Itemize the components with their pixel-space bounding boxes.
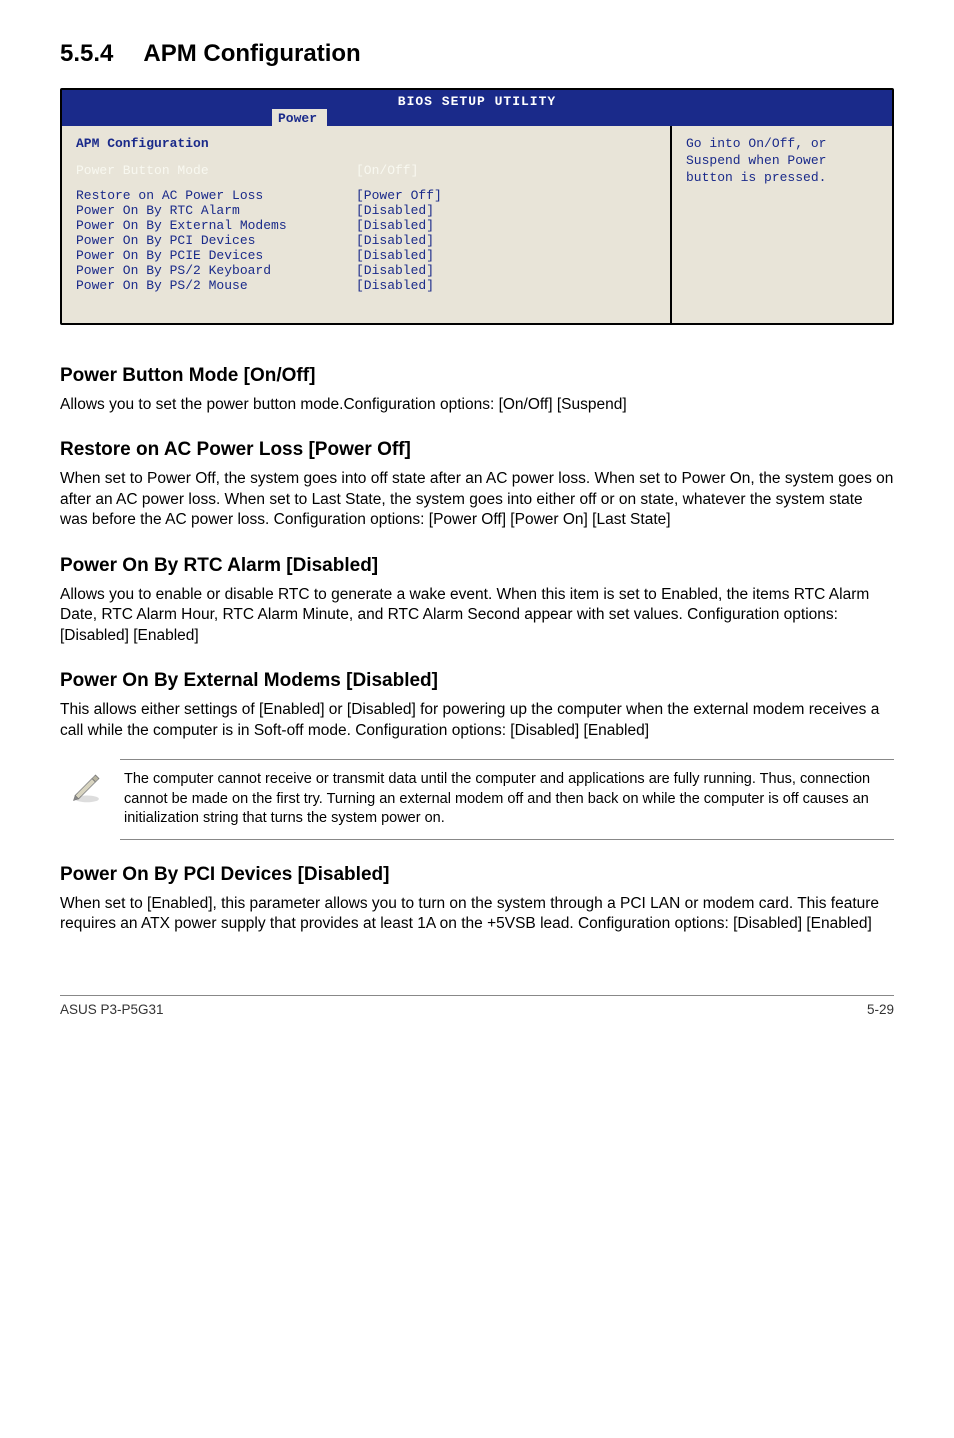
- subsection-body: When set to Power Off, the system goes i…: [60, 469, 894, 530]
- bios-panel: BIOS SETUP UTILITY Power APM Configurati…: [60, 88, 894, 325]
- bios-row-value: [Disabled]: [356, 263, 434, 278]
- bios-row-value: [Power Off]: [356, 188, 442, 203]
- bios-help-pane: Go into On/Off, or Suspend when Power bu…: [672, 126, 892, 323]
- bios-header-title: BIOS SETUP UTILITY: [62, 92, 892, 109]
- subsection-heading: Power On By External Modems [Disabled]: [60, 670, 894, 692]
- bios-row-label: Power On By PCI Devices: [76, 233, 356, 248]
- subsection-heading: Power Button Mode [On/Off]: [60, 365, 894, 387]
- bios-left-pane: APM Configuration Power Button Mode[On/O…: [62, 126, 672, 323]
- bios-row-label: Power On By PCIE Devices: [76, 248, 356, 263]
- section-title-text: APM Configuration: [143, 40, 360, 67]
- bios-row-label: Power On By RTC Alarm: [76, 203, 356, 218]
- note-block: The computer cannot receive or transmit …: [120, 759, 894, 840]
- subsection-heading: Restore on AC Power Loss [Power Off]: [60, 439, 894, 461]
- bios-row-label: Power On By PS/2 Keyboard: [76, 263, 356, 278]
- bios-config-row: Power Button Mode[On/Off]: [76, 163, 656, 178]
- bios-config-title: APM Configuration: [76, 136, 656, 151]
- subsection-body: This allows either settings of [Enabled]…: [60, 700, 894, 741]
- subsection-heading: Power On By RTC Alarm [Disabled]: [60, 555, 894, 577]
- bios-row-label: Power On By External Modems: [76, 218, 356, 233]
- footer-left: ASUS P3-P5G31: [60, 1002, 164, 1017]
- bios-row-value: [Disabled]: [356, 218, 434, 233]
- bios-config-row: Power On By PCI Devices[Disabled]: [76, 233, 656, 248]
- subsection-heading: Power On By PCI Devices [Disabled]: [60, 864, 894, 886]
- bios-config-row: Power On By PS/2 Keyboard[Disabled]: [76, 263, 656, 278]
- bios-help-text: Go into On/Off, or Suspend when Power bu…: [686, 136, 878, 187]
- bios-row-value: [Disabled]: [356, 203, 434, 218]
- bios-row-value: [Disabled]: [356, 278, 434, 293]
- bios-row-value: [On/Off]: [356, 163, 418, 178]
- page-footer: ASUS P3-P5G31 5-29: [60, 995, 894, 1017]
- section-heading: 5.5.4 APM Configuration: [60, 40, 894, 68]
- subsection-body: Allows you to enable or disable RTC to g…: [60, 585, 894, 646]
- bios-row-label: Restore on AC Power Loss: [76, 188, 356, 203]
- bios-body: APM Configuration Power Button Mode[On/O…: [62, 126, 892, 323]
- bios-row-label: Power On By PS/2 Mouse: [76, 278, 356, 293]
- note-text: The computer cannot receive or transmit …: [124, 770, 888, 829]
- bios-header: BIOS SETUP UTILITY Power: [62, 90, 892, 126]
- bios-config-row: Power On By External Modems[Disabled]: [76, 218, 656, 233]
- bios-config-row: Power On By PS/2 Mouse[Disabled]: [76, 278, 656, 293]
- bios-row-label: Power Button Mode: [76, 163, 356, 178]
- bios-config-row: Power On By PCIE Devices[Disabled]: [76, 248, 656, 263]
- bios-row-value: [Disabled]: [356, 233, 434, 248]
- footer-right: 5-29: [867, 1002, 894, 1017]
- subsection-body: When set to [Enabled], this parameter al…: [60, 894, 894, 935]
- bios-config-row: Power On By RTC Alarm[Disabled]: [76, 203, 656, 218]
- bios-config-row: Restore on AC Power Loss[Power Off]: [76, 188, 656, 203]
- bios-row-value: [Disabled]: [356, 248, 434, 263]
- note-pencil-icon: [70, 770, 104, 804]
- subsection-body: Allows you to set the power button mode.…: [60, 395, 894, 415]
- section-number: 5.5.4: [60, 40, 113, 68]
- bios-tab-power: Power: [272, 109, 327, 126]
